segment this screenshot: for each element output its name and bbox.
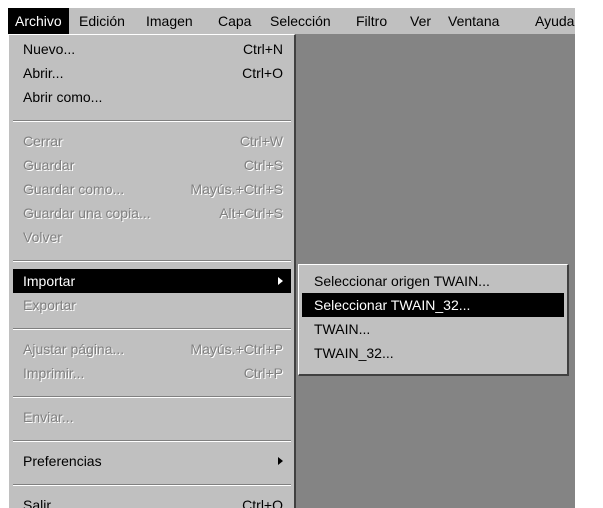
menu-ventana[interactable]: Ventana [441,8,506,34]
menu-item-exportar: Exportar [23,297,76,313]
import-submenu: Seleccionar origen TWAIN... Seleccionar … [298,264,569,376]
menu-item-abrir-como[interactable]: Abrir como... [13,85,291,109]
menu-archivo[interactable]: Archivo [8,8,69,34]
submenu-item-twain32[interactable]: TWAIN_32... [302,341,564,365]
photoshop-window: Archivo Edición Imagen Capa Selección Fi… [8,8,575,508]
menu-item-volver: Volver [23,229,62,245]
submenu-arrow-icon [278,277,283,285]
menu-separator [13,440,291,442]
menu-item-guardar-copia: Guardar una copia... Alt+Ctrl+S [23,205,283,221]
menu-item-salir[interactable]: Salir Ctrl+Q [13,493,291,508]
menu-item-guardar-como: Guardar como... Mayús.+Ctrl+S [23,181,283,197]
menu-item-nuevo[interactable]: Nuevo... Ctrl+N [13,37,291,61]
menu-seleccion[interactable]: Selección [263,8,338,34]
file-menu-dropdown: Nuevo... Ctrl+N Abrir... Ctrl+O Abrir co… [8,34,296,508]
menu-ver[interactable]: Ver [403,8,438,34]
menu-separator [13,396,291,398]
submenu-item-seleccionar-origen-twain[interactable]: Seleccionar origen TWAIN... [302,269,564,293]
menu-separator [13,260,291,262]
menu-imagen[interactable]: Imagen [139,8,200,34]
submenu-item-seleccionar-twain32[interactable]: Seleccionar TWAIN_32... [302,293,564,317]
submenu-item-twain[interactable]: TWAIN... [302,317,564,341]
menu-bar: Archivo Edición Imagen Capa Selección Fi… [8,8,575,34]
menu-edicion[interactable]: Edición [72,8,132,34]
menu-item-ajustar-pagina: Ajustar página... Mayús.+Ctrl+P [23,341,283,357]
menu-item-guardar: Guardar Ctrl+S [23,157,283,173]
menu-item-abrir[interactable]: Abrir... Ctrl+O [13,61,291,85]
menu-filtro[interactable]: Filtro [349,8,394,34]
menu-item-cerrar: Cerrar Ctrl+W [23,133,283,149]
menu-item-enviar: Enviar... [23,409,74,425]
menu-item-importar[interactable]: Importar [13,269,291,293]
menu-separator [13,120,291,122]
menu-separator [13,484,291,486]
menu-separator [13,328,291,330]
menu-capa[interactable]: Capa [211,8,258,34]
menu-ayuda[interactable]: Ayuda [528,8,575,34]
menu-item-preferencias[interactable]: Preferencias [13,449,291,473]
submenu-arrow-icon [278,457,283,465]
menu-item-imprimir: Imprimir... Ctrl+P [23,365,283,381]
